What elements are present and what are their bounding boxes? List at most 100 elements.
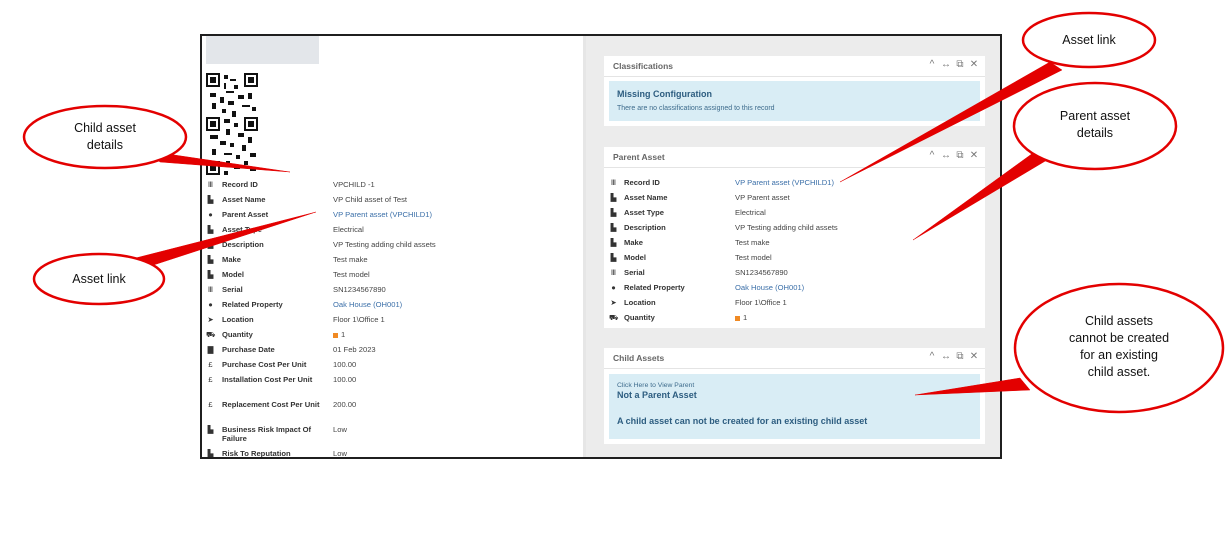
field-label: Make — [624, 238, 643, 247]
barcode-icon: Ⅲ — [610, 178, 617, 187]
field-value: Floor 1\Office 1 — [333, 315, 385, 324]
field-value: VPCHILD -1 — [333, 180, 375, 189]
field-label: Record ID — [222, 180, 258, 189]
info-icon: ● — [208, 210, 213, 219]
missing-configuration-box: Missing Configuration There are no class… — [609, 81, 980, 121]
field-label: Related Property — [222, 300, 283, 309]
parent-asset-panel: Parent Asset ^ ↔ ⧉ ✕ Ⅲ Record ID VP Parent as… — [604, 147, 985, 328]
field-value: Low — [333, 449, 347, 458]
field-label: Description — [624, 223, 666, 232]
field-label: Purchase Date — [222, 345, 275, 354]
collapse-icon[interactable]: ^ — [925, 150, 939, 161]
document-icon: ▙ — [610, 208, 617, 217]
field-row: Ⅲ Serial SN1234567890 — [202, 284, 583, 299]
field-row: ▇ Purchase Date 01 Feb 2023 — [202, 344, 583, 359]
location-arrow-icon: ➤ — [207, 315, 214, 324]
truck-icon: ⛟ — [206, 330, 216, 339]
field-label: Serial — [624, 268, 645, 277]
field-row: ▙ Description VP Testing adding child asse… — [202, 239, 583, 254]
view-parent-link[interactable]: Click Here to View Parent — [617, 382, 694, 389]
field-row: ➤ Location Floor 1\Office 1 — [604, 297, 985, 312]
parent-asset-header: Parent Asset ^ ↔ ⧉ ✕ — [604, 147, 985, 168]
field-label: Description — [222, 240, 264, 249]
close-icon[interactable]: ✕ — [967, 150, 981, 161]
document-icon: ▙ — [610, 223, 617, 232]
field-value-link[interactable]: VP Parent asset (VPCHILD1) — [333, 210, 432, 219]
document-icon: ▙ — [207, 255, 214, 264]
field-value: VP Testing adding child assets — [735, 223, 838, 232]
field-value-link[interactable]: Oak House (OH001) — [333, 300, 402, 309]
panel-title: Parent Asset — [613, 152, 665, 162]
document-icon: ▙ — [207, 240, 214, 249]
field-value-link[interactable]: VP Parent asset (VPCHILD1) — [735, 178, 834, 187]
popout-icon[interactable]: ⧉ — [953, 150, 967, 161]
child-asset-details-pane: Ⅲ Record ID VPCHILD -1 ▙ Asset Name VP Child … — [202, 36, 583, 457]
expand-icon[interactable]: ↔ — [939, 59, 953, 70]
field-value: Low — [333, 425, 347, 434]
field-label: Asset Name — [222, 195, 266, 204]
missing-configuration-title: Missing Configuration — [617, 89, 712, 99]
field-label: Record ID — [624, 178, 660, 187]
info-icon: ● — [208, 300, 213, 309]
popout-icon[interactable]: ⧉ — [953, 59, 967, 70]
field-value: Test model — [333, 270, 370, 279]
field-value: VP Child asset of Test — [333, 195, 408, 204]
field-row: Ⅲ Serial SN1234567890 — [604, 267, 985, 282]
parent-details-annotation: Parent asset details — [1059, 109, 1131, 140]
document-icon: ▙ — [207, 195, 214, 204]
field-row: Ⅲ Record ID VP Parent asset (VPCHILD1) — [604, 177, 985, 192]
expand-icon[interactable]: ↔ — [939, 351, 953, 362]
missing-configuration-text: There are no classifications assigned to… — [617, 105, 775, 112]
app-window: Ⅲ Record ID VPCHILD -1 ▙ Asset Name VP Child … — [200, 34, 1002, 459]
document-icon: ▙ — [207, 449, 214, 458]
asset-link-right-annotation: Asset link — [1062, 33, 1116, 47]
field-row: ▙ Asset Type Electrical — [604, 207, 985, 222]
pound-icon: £ — [208, 375, 213, 384]
barcode-icon: Ⅲ — [207, 285, 214, 294]
not-a-parent-box: Click Here to View Parent Not a Parent A… — [609, 374, 980, 439]
field-row: ● Related Property Oak House (OH001) — [202, 299, 583, 314]
collapse-icon[interactable]: ^ — [925, 351, 939, 362]
pound-icon: £ — [208, 360, 213, 369]
child-asset-message: A child asset can not be created for an … — [617, 416, 868, 426]
collapse-icon[interactable]: ^ — [925, 59, 939, 70]
field-label: Model — [624, 253, 646, 262]
field-label: Related Property — [624, 283, 685, 292]
truck-icon: ⛟ — [609, 313, 619, 322]
field-label: Asset Type — [222, 225, 262, 234]
pound-icon: £ — [208, 400, 213, 409]
field-row: ▙ Make Test make — [604, 237, 985, 252]
quantity-indicator — [735, 315, 740, 321]
field-label: Parent Asset — [222, 210, 269, 219]
expand-icon[interactable]: ↔ — [939, 150, 953, 161]
field-value: Electrical — [333, 225, 364, 234]
document-icon: ▙ — [207, 425, 214, 434]
field-row: ▙ Description VP Testing adding child asse… — [604, 222, 985, 237]
field-row: ▙ Business Risk Impact Of Failure Low — [202, 424, 583, 443]
classifications-panel: Classifications ^ ↔ ⧉ ✕ Missing Configurati… — [604, 56, 985, 126]
field-label: Quantity — [624, 313, 655, 322]
calendar-icon: ▇ — [207, 345, 214, 354]
field-label: Quantity — [222, 330, 253, 339]
field-row: ● Parent Asset VP Parent asset (VPCHILD1) — [202, 209, 583, 224]
panel-title: Child Assets — [613, 353, 665, 363]
field-row: ➤ Location Floor 1\Office 1 — [202, 314, 583, 329]
child-assets-panel: Child Assets ^ ↔ ⧉ ✕ Click Here to View Par… — [604, 348, 985, 444]
field-row: ▙ Risk To Reputation Low — [202, 448, 583, 458]
field-value: Floor 1\Office 1 — [735, 298, 787, 307]
field-value: VP Testing adding child assets — [333, 240, 436, 249]
field-value: 1 — [333, 330, 345, 339]
panel-tools: ^ ↔ ⧉ ✕ — [925, 59, 981, 70]
field-row: ▙ Make Test make — [202, 254, 583, 269]
logo-placeholder — [206, 36, 319, 64]
info-icon: ● — [611, 283, 616, 292]
document-icon: ▙ — [207, 225, 214, 234]
close-icon[interactable]: ✕ — [967, 59, 981, 70]
field-value: 01 Feb 2023 — [333, 345, 376, 354]
field-row: ▙ Model Test model — [604, 252, 985, 267]
close-icon[interactable]: ✕ — [967, 351, 981, 362]
field-value-link[interactable]: Oak House (OH001) — [735, 283, 804, 292]
field-row: ⛟ Quantity 1 — [604, 312, 985, 327]
popout-icon[interactable]: ⧉ — [953, 351, 967, 362]
field-value: SN1234567890 — [735, 268, 788, 277]
